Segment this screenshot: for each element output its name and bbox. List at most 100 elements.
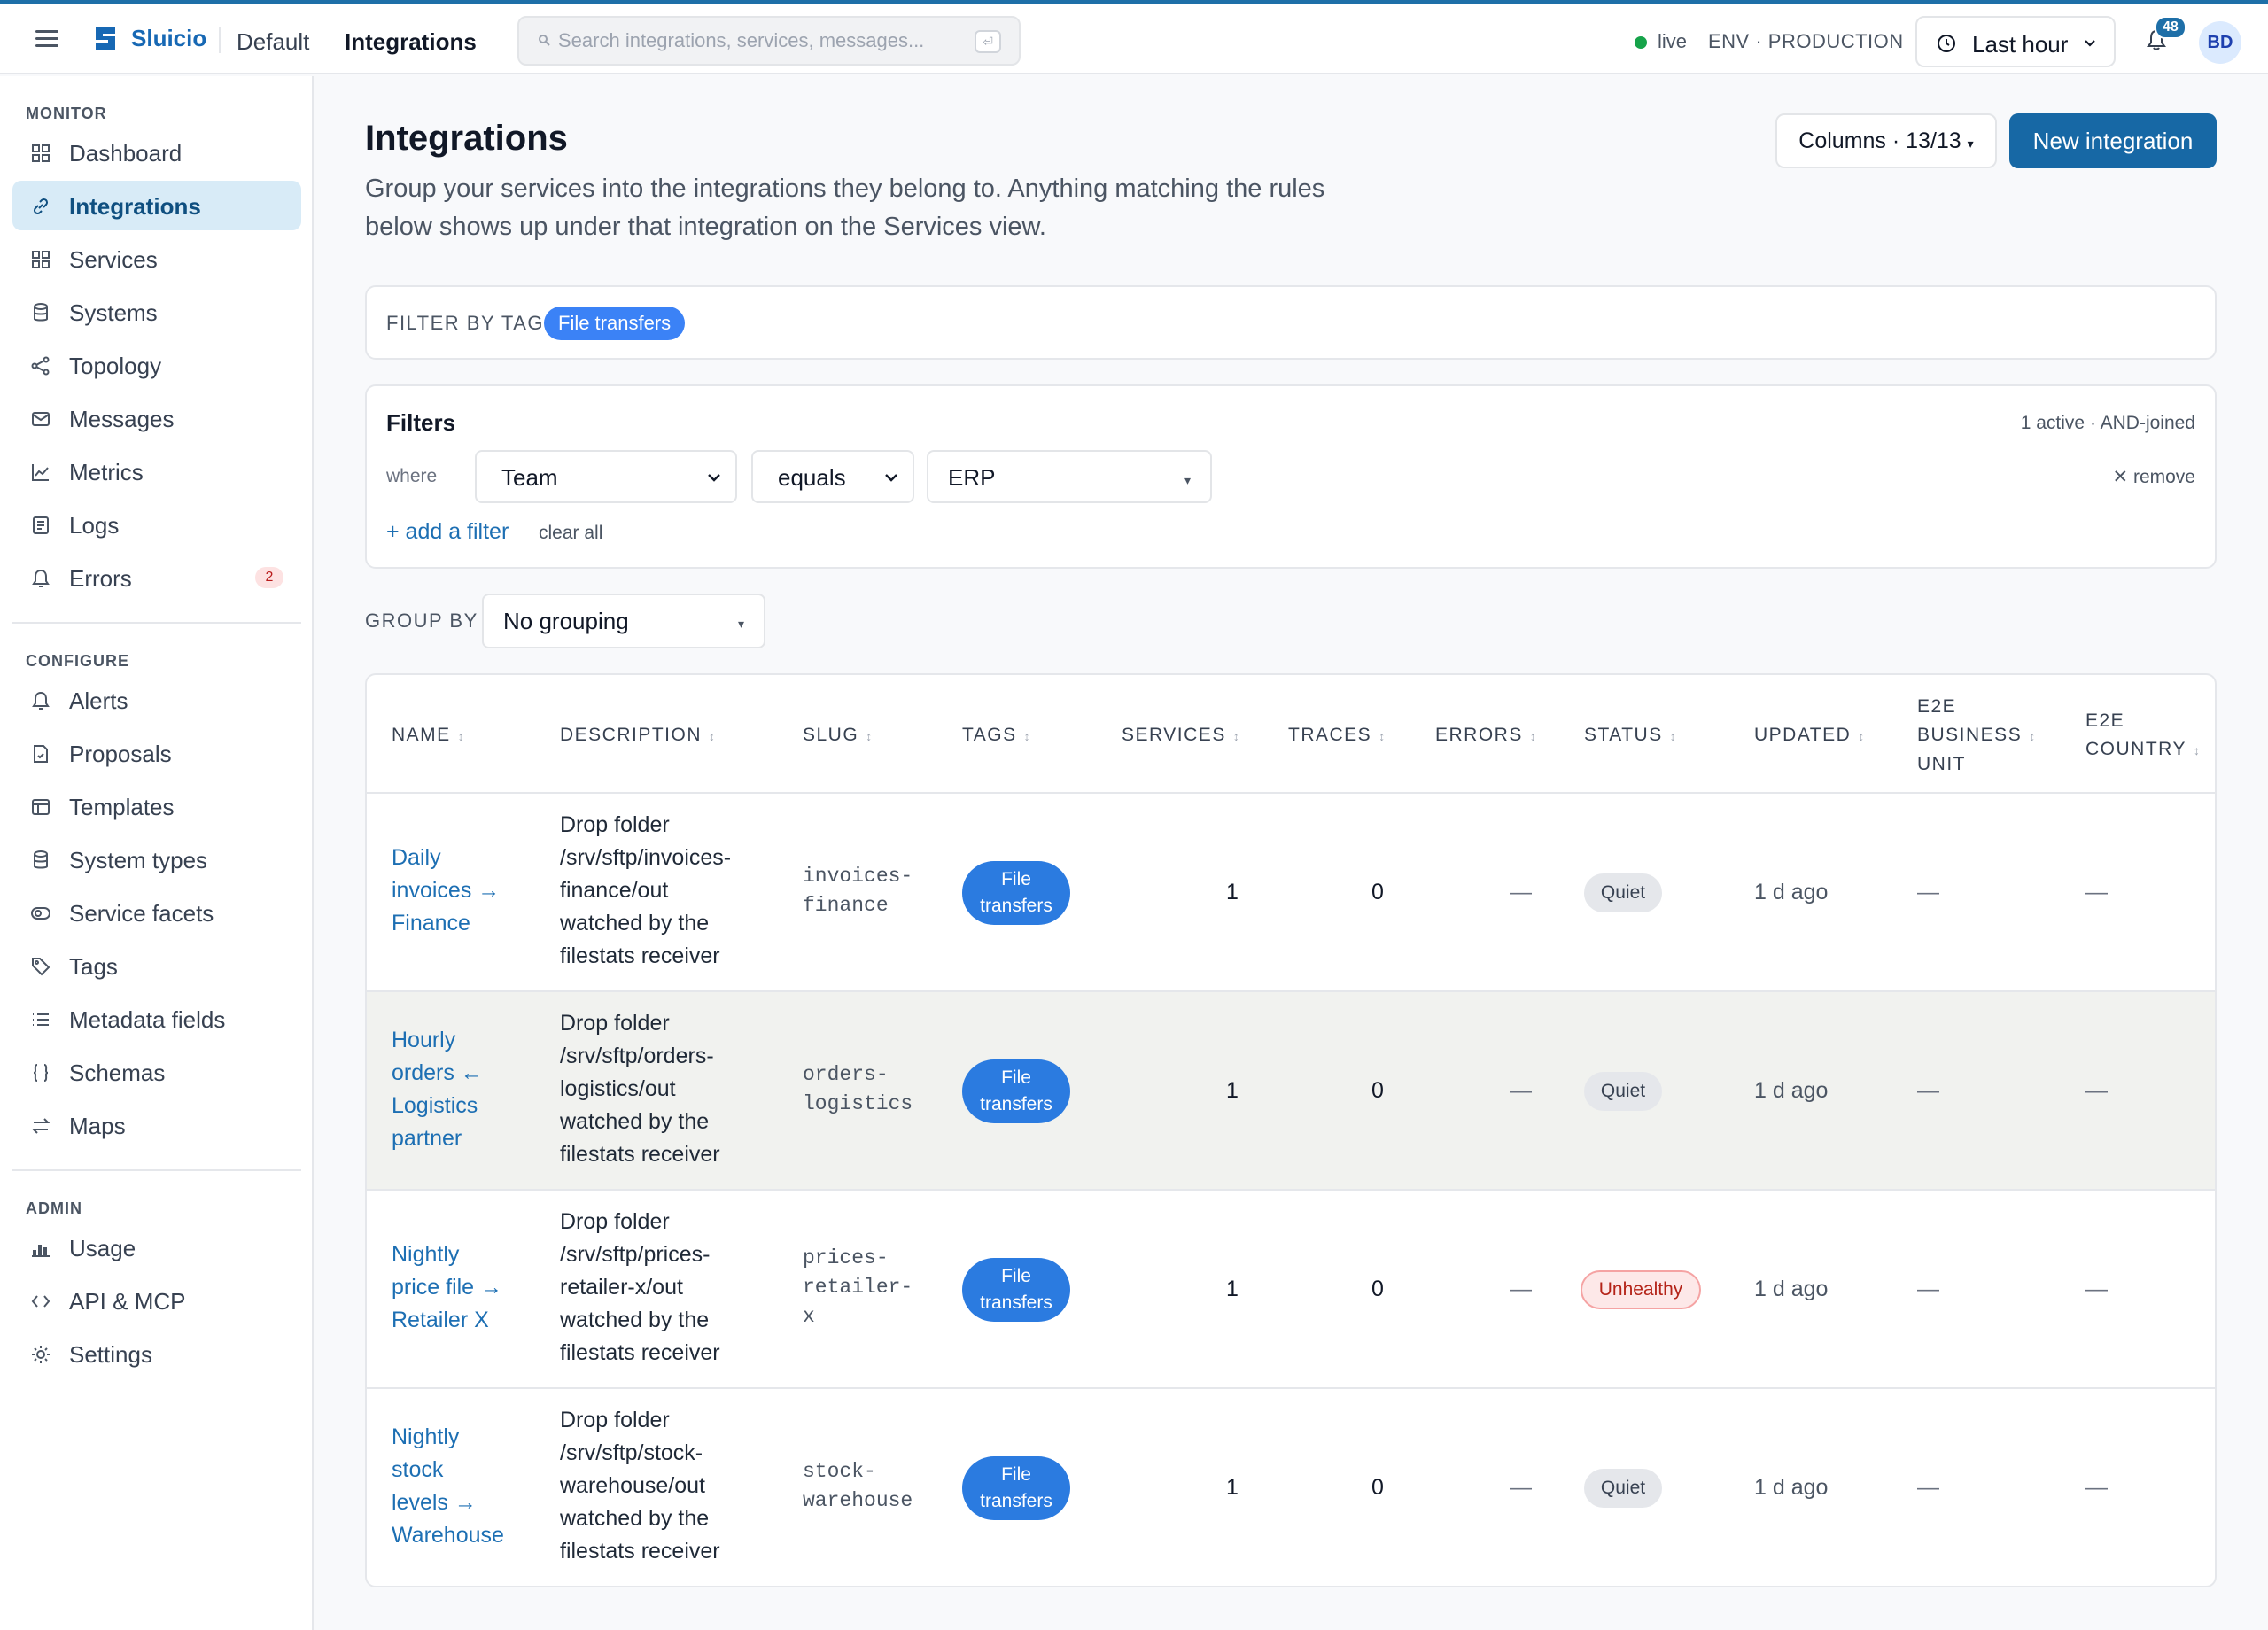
brand-logo[interactable]: Sluicio	[92, 23, 206, 53]
sidebar-item-logs[interactable]: Logs	[12, 500, 301, 549]
column-header-status[interactable]: STATUS ↕	[1584, 721, 1676, 750]
braces-icon	[33, 1064, 49, 1082]
sidebar-item-service-facets[interactable]: Service facets	[12, 888, 301, 937]
filter-field-select[interactable]: Team	[475, 450, 737, 503]
column-header-e2e-country[interactable]: E2E COUNTRY ↕	[2085, 707, 2200, 765]
sidebar-item-tags[interactable]: Tags	[12, 941, 301, 990]
caret-down-icon: ▾	[1184, 473, 1191, 487]
sidebar-item-usage[interactable]: Usage	[12, 1222, 301, 1272]
sidebar-item-system-types[interactable]: System types	[12, 834, 301, 884]
sidebar-item-api-mcp[interactable]: API & MCP	[12, 1276, 301, 1325]
chevron-down-icon	[885, 474, 897, 482]
services-count: 1	[1226, 1475, 1239, 1500]
header-label: NAME	[392, 725, 451, 745]
new-integration-button[interactable]: New integration	[2009, 113, 2217, 168]
description-line: logistics/out	[560, 1076, 676, 1101]
e2e-country-value: —	[2085, 1078, 2108, 1103]
updated-time: 1 d ago	[1754, 1078, 1829, 1103]
name-line: Nightly	[392, 1242, 460, 1267]
group-by-select[interactable]: No grouping ▾	[482, 594, 765, 648]
traces-count: 0	[1371, 1078, 1384, 1103]
filter-where-label: where	[386, 466, 438, 486]
filter-operator-select[interactable]: equals	[751, 450, 914, 503]
settings-gear-icon	[32, 1346, 50, 1363]
database-icon	[34, 303, 48, 322]
sidebar-item-maps[interactable]: Maps	[12, 1100, 301, 1150]
search-input[interactable]	[558, 25, 966, 57]
description-line: filestats receiver	[560, 1340, 720, 1365]
column-header-updated[interactable]: UPDATED ↕	[1754, 721, 1864, 750]
add-filter-link[interactable]: + add a filter	[386, 519, 509, 545]
sort-icon: ↕	[1669, 729, 1676, 743]
integration-name-link[interactable]: Daily invoices → Finance	[392, 842, 500, 940]
sidebar-item-label: Service facets	[69, 900, 214, 927]
sidebar-item-systems[interactable]: Systems	[12, 287, 301, 337]
sort-icon: ↕	[1529, 729, 1536, 743]
database-icon	[34, 850, 48, 869]
column-header-traces[interactable]: TRACES ↕	[1288, 721, 1385, 750]
description-line: filestats receiver	[560, 943, 720, 968]
breadcrumb-workspace[interactable]: Default	[237, 28, 309, 56]
description-line: /srv/sftp/stock-	[560, 1440, 703, 1465]
document-icon	[33, 516, 49, 534]
sidebar-section-configure: CONFIGURE	[26, 652, 129, 670]
tag-line: File	[1001, 1067, 1031, 1088]
sidebar-item-messages[interactable]: Messages	[12, 393, 301, 443]
user-avatar[interactable]: BD	[2199, 21, 2241, 64]
sidebar-item-metadata-fields[interactable]: Metadata fields	[12, 994, 301, 1044]
sidebar-item-integrations[interactable]: Integrations	[12, 181, 301, 230]
sidebar-item-proposals[interactable]: Proposals	[12, 728, 301, 778]
tag-pill[interactable]: File transfers	[962, 1456, 1070, 1520]
column-header-description[interactable]: DESCRIPTION ↕	[560, 721, 715, 750]
integration-name-link[interactable]: Nightly stock levels → Warehouse	[392, 1421, 504, 1552]
breadcrumb-current-page: Integrations	[345, 28, 477, 55]
sidebar-item-metrics[interactable]: Metrics	[12, 446, 301, 496]
sort-icon: ↕	[866, 729, 873, 743]
sort-icon: ↕	[1023, 729, 1030, 743]
sort-icon: ↕	[457, 729, 464, 743]
filter-value-select[interactable]: ERP ▾	[927, 450, 1212, 503]
tag-line: transfers	[980, 896, 1052, 916]
header-label-line: E2E	[2085, 710, 2125, 731]
active-tag-chip[interactable]: File transfers	[544, 307, 686, 340]
table-row[interactable]: Hourly orders ← Logistics partner Drop f…	[367, 990, 2215, 1189]
filter-value: ERP	[948, 464, 996, 491]
name-line: Hourly	[392, 1028, 456, 1052]
slug-cell: orders- logistics	[803, 1060, 913, 1119]
column-header-services[interactable]: SERVICES ↕	[1122, 721, 1239, 750]
sidebar-item-label: Systems	[69, 299, 158, 326]
clear-all-filters-link[interactable]: clear all	[539, 523, 602, 544]
slug-cell: stock- warehouse	[803, 1457, 913, 1516]
sidebar-item-settings[interactable]: Settings	[12, 1329, 301, 1378]
sidebar-item-topology[interactable]: Topology	[12, 340, 301, 390]
updated-time: 1 d ago	[1754, 880, 1829, 904]
sidebar-item-templates[interactable]: Templates	[12, 781, 301, 831]
time-range-selector[interactable]: Last hour	[1915, 16, 2116, 67]
sidebar-item-services[interactable]: Services	[12, 234, 301, 283]
table-row[interactable]: Nightly stock levels → Warehouse Drop fo…	[367, 1387, 2215, 1586]
menu-icon[interactable]	[35, 30, 58, 48]
integration-name-link[interactable]: Hourly orders ← Logistics partner	[392, 1024, 483, 1155]
column-header-errors[interactable]: ERRORS ↕	[1435, 721, 1536, 750]
column-header-e2e-business-unit[interactable]: E2E BUSINESS ↕ UNIT	[1917, 693, 2035, 779]
sidebar-item-alerts[interactable]: Alerts	[12, 675, 301, 725]
slug-line: x	[803, 1305, 815, 1328]
column-header-slug[interactable]: SLUG ↕	[803, 721, 872, 750]
remove-filter-button[interactable]: ✕ remove	[2113, 466, 2195, 488]
column-header-name[interactable]: NAME ↕	[392, 721, 464, 750]
table-row[interactable]: Nightly price file → Retailer X Drop fol…	[367, 1189, 2215, 1387]
tag-pill[interactable]: File transfers	[962, 861, 1070, 925]
header-label: SLUG	[803, 725, 859, 745]
table-row[interactable]: Daily invoices → Finance Drop folder /sr…	[367, 792, 2215, 990]
tag-pill[interactable]: File transfers	[962, 1258, 1070, 1322]
integration-name-link[interactable]: Nightly price file → Retailer X	[392, 1238, 502, 1337]
sidebar-item-label: Metadata fields	[69, 1006, 226, 1033]
sidebar-item-schemas[interactable]: Schemas	[12, 1047, 301, 1097]
sidebar-item-errors[interactable]: Errors 2	[12, 553, 301, 602]
columns-button[interactable]: Columns · 13/13 ▾	[1775, 113, 1997, 168]
sidebar-item-dashboard[interactable]: Dashboard	[12, 128, 301, 177]
column-header-tags[interactable]: TAGS ↕	[962, 721, 1030, 750]
description-line: retailer-x/out	[560, 1275, 683, 1300]
global-search[interactable]: ⏎	[517, 16, 1021, 66]
tag-pill[interactable]: File transfers	[962, 1060, 1070, 1123]
